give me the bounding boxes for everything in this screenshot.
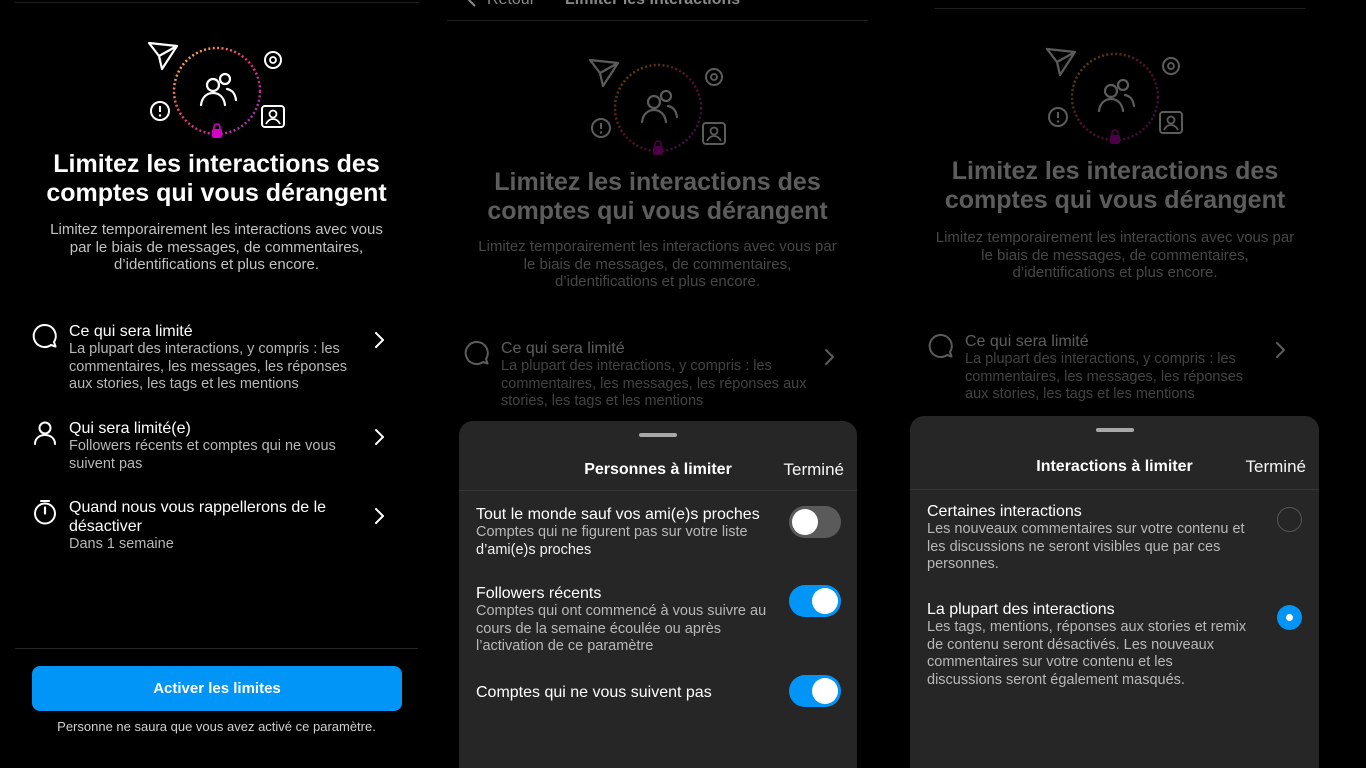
hero-illustration <box>15 38 418 148</box>
row-subtitle: La plupart des interactions, y compris :… <box>69 341 348 392</box>
chevron-right-icon <box>1275 340 1287 360</box>
chevron-right-icon <box>374 330 386 350</box>
row-what-limited: Ce qui sera limité La plupart des intera… <box>927 332 1303 404</box>
people-to-limit-sheet: Personnes à limiter Terminé Tout le mond… <box>459 421 857 768</box>
hero-illustration <box>447 55 868 165</box>
comment-icon <box>31 322 59 350</box>
row-title: Ce qui sera limité <box>69 323 193 340</box>
timer-icon <box>31 498 59 526</box>
activate-limits-button[interactable]: Activer les limites <box>32 666 402 711</box>
option-title: Tout le monde sauf vos ami(e)s proches <box>476 506 760 523</box>
option-subtitle: Les nouveaux commentaires sur votre cont… <box>927 521 1245 572</box>
row-title: Quand nous vous rappellerons de le désac… <box>69 499 327 535</box>
interactions-to-limit-screen: Limitez les interactions des comptes qui… <box>900 0 1330 768</box>
row-who-limited[interactable]: Qui sera limité(e) Followers récents et … <box>31 419 402 473</box>
option-title: Comptes qui ne vous suivent pas <box>476 684 712 701</box>
toggle-non-followers[interactable] <box>789 675 841 707</box>
header-divider <box>447 20 868 21</box>
privacy-footnote: Personne ne saura que vous avez activé c… <box>57 719 376 734</box>
chevron-right-icon <box>374 427 386 447</box>
row-title: Ce qui sera limité <box>501 340 625 357</box>
row-title: Ce qui sera limité <box>965 333 1089 350</box>
limit-illustration-icon <box>583 55 733 165</box>
option-title: Certaines interactions <box>927 503 1082 520</box>
page-subtitle: Limitez temporairement les interactions … <box>50 221 383 273</box>
header-divider <box>935 8 1305 9</box>
row-subtitle: Followers récents et comptes qui ne vous… <box>69 438 336 472</box>
option-subtitle: Comptes qui ne figurent pas sur votre li… <box>476 524 748 540</box>
limit-intro-screen: Limitez les interactions des comptes qui… <box>15 0 418 768</box>
interactions-to-limit-sheet: Interactions à limiter Terminé Certaines… <box>910 416 1319 768</box>
chevron-right-icon <box>824 347 836 367</box>
comment-icon <box>463 339 491 367</box>
done-button[interactable]: Terminé <box>1246 457 1306 477</box>
people-to-limit-screen: Retour Limiter les interactions Limitez l… <box>447 0 868 768</box>
option-recent-followers: Followers récents Comptes qui ont commen… <box>476 584 841 656</box>
row-what-limited[interactable]: Ce qui sera limité La plupart des intera… <box>31 322 402 394</box>
option-some-interactions[interactable]: Certaines interactions Les nouveaux comm… <box>927 502 1303 574</box>
row-subtitle: La plupart des interactions, y compris :… <box>965 351 1244 402</box>
toggle-recent-followers[interactable] <box>789 585 841 617</box>
sheet-divider <box>459 490 857 491</box>
sheet-grabber[interactable] <box>1095 428 1134 432</box>
sheet-divider <box>910 489 1319 490</box>
option-most-interactions[interactable]: La plupart des interactions Les tags, me… <box>927 600 1303 689</box>
option-non-followers: Comptes qui ne vous suivent pas <box>476 683 841 702</box>
option-subtitle: Les tags, mentions, réponses aux stories… <box>927 619 1247 688</box>
sheet-grabber[interactable] <box>639 433 677 437</box>
nav-title: Limiter les interactions <box>565 0 740 8</box>
option-title: Followers récents <box>476 585 602 602</box>
limit-illustration-icon <box>142 38 292 148</box>
person-icon <box>31 419 59 447</box>
hero-illustration <box>900 44 1330 154</box>
chevron-right-icon <box>374 506 386 526</box>
radio-most-interactions[interactable] <box>1277 605 1302 630</box>
page-title: Limitez les interactions des comptes qui… <box>487 168 828 225</box>
comment-icon <box>927 332 955 360</box>
option-everyone-except-close-friends: Tout le monde sauf vos ami(e)s proches C… <box>476 505 841 559</box>
chevron-left-icon[interactable] <box>467 0 477 8</box>
page-subtitle: Limitez temporairement les interactions … <box>935 229 1295 281</box>
row-subtitle: Dans 1 semaine <box>69 536 174 552</box>
done-button[interactable]: Terminé <box>784 460 844 480</box>
row-subtitle: La plupart des interactions, y compris :… <box>501 358 807 409</box>
close-friends-link[interactable]: d’ami(e)s proches <box>476 542 591 558</box>
header-divider <box>15 2 418 3</box>
nav-bar: Retour Limiter les interactions <box>467 0 740 9</box>
toggle-everyone-except-close-friends[interactable] <box>789 506 841 538</box>
row-what-limited: Ce qui sera limité La plupart des intera… <box>463 339 852 411</box>
row-title: Qui sera limité(e) <box>69 420 191 437</box>
row-reminder[interactable]: Quand nous vous rappellerons de le désac… <box>31 498 402 554</box>
footer-divider <box>15 648 418 649</box>
page-title: Limitez les interactions des comptes qui… <box>944 157 1286 214</box>
page-subtitle: Limitez temporairement les interactions … <box>478 238 837 290</box>
page-title: Limitez les interactions des comptes qui… <box>46 150 387 207</box>
radio-some-interactions[interactable] <box>1277 507 1302 532</box>
back-link[interactable]: Retour <box>487 0 535 8</box>
option-title: La plupart des interactions <box>927 601 1115 618</box>
option-subtitle: Comptes qui ont commencé à vous suivre a… <box>476 603 767 654</box>
limit-illustration-icon <box>1040 44 1190 154</box>
